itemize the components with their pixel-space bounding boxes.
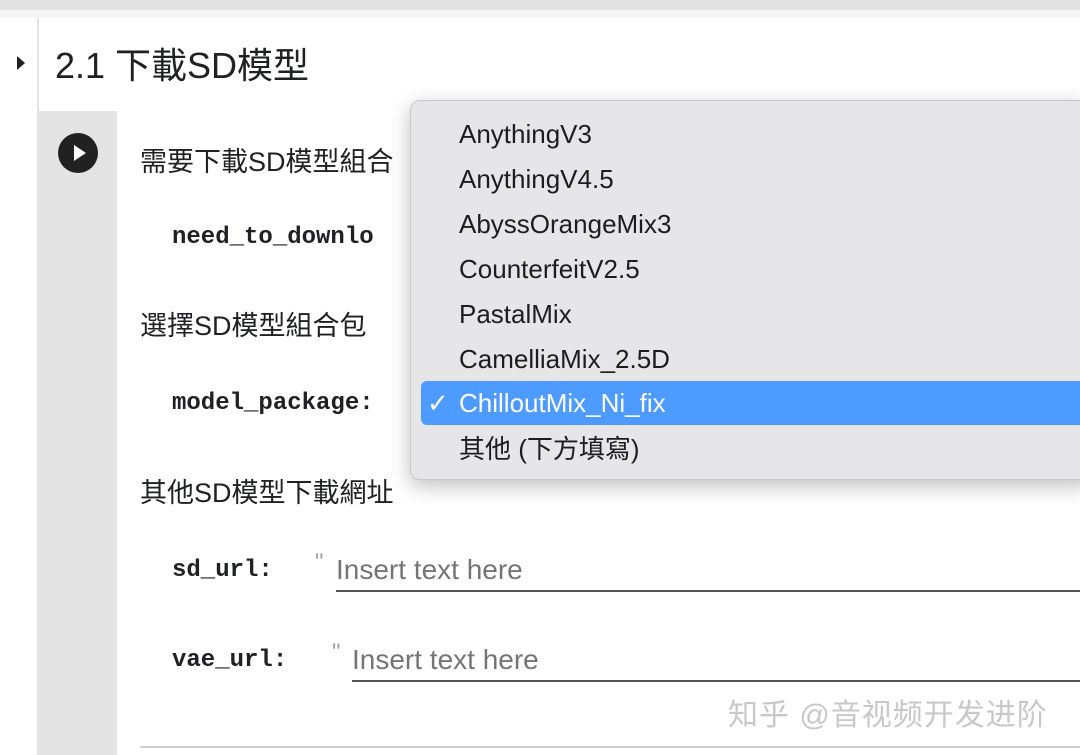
section-title: 2.1 下載SD模型	[55, 45, 310, 86]
sd-url-param-label: sd_url:	[172, 557, 273, 584]
dropdown-option-selected[interactable]: ✓ ChilloutMix_Ni_fix	[421, 381, 1080, 425]
dropdown-option[interactable]: PastalMix	[421, 292, 1080, 336]
dropdown-option-label: 其他 (下方填寫)	[459, 434, 640, 464]
checkmark-icon: ✓	[427, 388, 449, 418]
watermark: 知乎 @音视频开发进阶	[728, 699, 1048, 732]
dropdown-option[interactable]: AbyssOrangeMix3	[421, 202, 1080, 246]
need-to-download-description: 需要下載SD模型組合	[140, 147, 394, 177]
sd-url-quote-mark: "	[315, 549, 324, 576]
dropdown-option[interactable]: 其他 (下方填寫)	[421, 427, 1080, 471]
cell-gutter	[39, 111, 117, 755]
dropdown-option[interactable]: AnythingV4.5	[421, 157, 1080, 201]
cell-bottom-divider	[140, 746, 1080, 748]
dropdown-option-label: AbyssOrangeMix3	[459, 209, 672, 239]
play-circle-icon[interactable]	[58, 133, 98, 173]
dropdown-option-label: AnythingV4.5	[459, 164, 614, 194]
vae-url-input[interactable]	[352, 640, 1080, 682]
dropdown-option-label: PastalMix	[459, 299, 572, 329]
dropdown-option[interactable]: CounterfeitV2.5	[421, 247, 1080, 291]
dropdown-option[interactable]: AnythingV3	[421, 112, 1080, 156]
dropdown-option-label: CounterfeitV2.5	[459, 254, 640, 284]
need-to-download-param-label: need_to_downlo	[172, 224, 374, 251]
dropdown-option[interactable]: CamelliaMix_2.5D	[421, 337, 1080, 381]
dropdown-option-label: ChilloutMix_Ni_fix	[459, 388, 666, 418]
model-package-description: 選擇SD模型組合包	[140, 311, 367, 341]
top-toolbar-edge	[0, 0, 1080, 10]
dropdown-option-label: CamelliaMix_2.5D	[459, 344, 670, 374]
model-package-param-label: model_package:	[172, 390, 374, 417]
left-gutter	[0, 18, 38, 755]
triangle-right-icon[interactable]	[17, 56, 25, 70]
sd-url-input[interactable]	[336, 550, 1080, 592]
vae-url-quote-mark: "	[332, 639, 341, 666]
vae-url-param-label: vae_url:	[172, 647, 288, 674]
other-url-description: 其他SD模型下載網址	[140, 478, 394, 508]
top-toolbar-shadow	[0, 10, 1080, 18]
dropdown-option-label: AnythingV3	[459, 119, 592, 149]
model-package-dropdown-menu[interactable]: AnythingV3 AnythingV4.5 AbyssOrangeMix3 …	[410, 100, 1080, 480]
